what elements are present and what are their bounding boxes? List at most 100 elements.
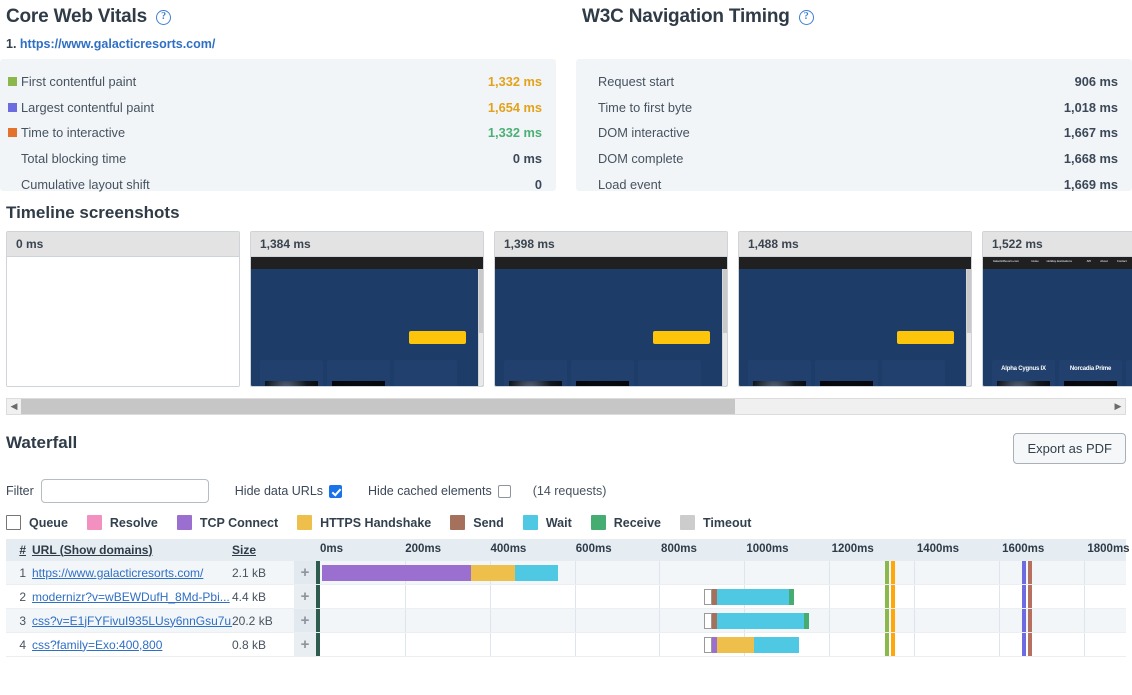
preview-destination-card — [504, 360, 567, 386]
waterfall-title: Waterfall — [6, 433, 78, 452]
legend-item: Wait — [522, 515, 572, 530]
chevron-right-icon[interactable]: ▶ — [1111, 399, 1125, 414]
table-row[interactable]: 2 modernizr?v=wBEWDufH_8Md-Pbi... 4.4 kB + — [6, 585, 1126, 609]
row-expand-button[interactable]: + — [294, 633, 316, 656]
timeline-shot[interactable]: 1,384 ms — [250, 231, 484, 387]
axis-tick-label: 400ms — [490, 543, 527, 555]
hide-data-urls-group[interactable]: Hide data URLs — [235, 484, 343, 498]
filter-input[interactable] — [40, 479, 209, 503]
preview-destination-card: Alpha Cygnus IX — [992, 360, 1055, 386]
waterfall-bar-segment[interactable] — [716, 589, 789, 605]
timeline-shot[interactable]: 1,488 ms — [738, 231, 972, 387]
metric-row: Cumulative layout shift 0 — [8, 171, 542, 197]
gridline — [998, 609, 1000, 632]
export-as-pdf-button[interactable]: Export as PDF — [1013, 433, 1126, 464]
hide-data-urls-checkbox[interactable] — [329, 484, 343, 498]
axis-tick-label: 200ms — [405, 543, 442, 555]
waterfall-bar-segment[interactable] — [716, 613, 804, 629]
show-domains-link[interactable]: Show domains — [64, 543, 149, 557]
timeline-shot-time: 1,384 ms — [251, 232, 483, 257]
hide-cached-elements-checkbox[interactable] — [497, 484, 511, 498]
waterfall-bar-segment[interactable] — [470, 565, 516, 581]
load-event-marker — [1028, 561, 1032, 584]
timeline-shot-time: 0 ms — [7, 232, 239, 257]
metric-value: 1,668 ms — [1063, 151, 1118, 167]
table-row[interactable]: 1 https://www.galacticresorts.com/2.1 kB + — [6, 561, 1126, 585]
axis-tick-label: 1000ms — [746, 543, 789, 555]
preview-nav-bar — [495, 257, 727, 269]
preview-nav-bar — [251, 257, 483, 269]
timeline-shot[interactable]: 1,522 ms GalacticResorts.com Home Holiday d… — [982, 231, 1132, 387]
row-url-link[interactable]: https://www.galacticresorts.com/ — [32, 561, 232, 584]
waterfall-bar-segment[interactable] — [703, 637, 713, 653]
gridline — [829, 609, 831, 632]
axis-tick-label: 1800ms — [1087, 543, 1130, 555]
blank-swatch — [8, 154, 21, 163]
metric-label: DOM interactive — [598, 125, 690, 141]
row-expand-button[interactable]: + — [294, 609, 316, 632]
row-url-link[interactable]: css?v=E1jFYFivuI935LUsy6nnGsu7u... — [32, 609, 232, 632]
gridline — [829, 561, 831, 584]
preview-nav-item: Home — [1031, 260, 1039, 263]
axis-tick-label: 1600ms — [1002, 543, 1045, 555]
timeline-shot[interactable]: 0 ms — [6, 231, 240, 387]
scrollbar-thumb[interactable] — [21, 399, 735, 414]
legend-label: Timeout — [703, 515, 752, 530]
preview-nav-item: API — [1086, 260, 1091, 263]
row-url-link[interactable]: modernizr?v=wBEWDufH_8Md-Pbi... — [32, 585, 232, 608]
waterfall-bar-segment[interactable] — [753, 637, 800, 653]
preview-nav-bar — [739, 257, 971, 269]
help-circle-icon[interactable]: ? — [798, 9, 814, 25]
help-circle-icon[interactable]: ? — [155, 9, 171, 25]
metric-row: Load event 1,669 ms — [584, 171, 1118, 197]
row-expand-button[interactable]: + — [294, 585, 316, 608]
waterfall-bar-segment[interactable] — [803, 613, 809, 629]
timeline-shot-time: 1,522 ms — [983, 232, 1132, 257]
hide-cached-elements-group[interactable]: Hide cached elements — [368, 484, 511, 498]
timeline-screenshots-title: Timeline screenshots — [6, 203, 180, 222]
waterfall-bar-segment[interactable] — [788, 589, 795, 605]
tested-url[interactable]: https://www.galacticresorts.com/ — [20, 37, 215, 51]
timeline-scrollbar[interactable]: ◀ ▶ — [6, 398, 1126, 415]
row-expand-button[interactable]: + — [294, 561, 316, 584]
timeline-shot-time: 1,488 ms — [739, 232, 971, 257]
waterfall-legend: Queue Resolve TCP Connect HTTPS Handshake Se… — [6, 515, 1132, 530]
metric-value: 0 ms — [512, 151, 542, 167]
legend-swatch — [522, 515, 538, 530]
waterfall-bar-segment[interactable] — [322, 565, 471, 581]
waterfall-bar-segment[interactable] — [515, 565, 558, 581]
gridline — [744, 561, 746, 584]
legend-item: Resolve — [86, 515, 158, 530]
scrollbar-track[interactable] — [21, 399, 1111, 414]
row-url-link[interactable]: css?family=Exo:400,800 — [32, 633, 232, 656]
preview-destination-card — [327, 360, 390, 386]
preview-destination-card — [882, 360, 945, 386]
metric-row: Request start 906 ms — [584, 69, 1118, 95]
preview-card-image — [265, 381, 318, 386]
legend-label: Queue — [29, 515, 68, 530]
timeline-shot-preview — [495, 257, 727, 386]
preview-card-image — [820, 381, 873, 386]
waterfall-table: # URL (Show domains) Size 0ms 200ms 400ms 6… — [6, 539, 1130, 657]
filter-label: Filter — [6, 484, 34, 498]
preview-destination-card — [571, 360, 634, 386]
metric-row: DOM interactive 1,667 ms — [584, 120, 1118, 146]
waterfall-rows: 1 https://www.galacticresorts.com/2.1 kB +… — [6, 561, 1126, 657]
row-number: 4 — [19, 637, 26, 652]
waterfall-bar-segment[interactable] — [703, 613, 713, 629]
timeline-shot-preview — [251, 257, 483, 386]
table-row[interactable]: 3 css?v=E1jFYFivuI935LUsy6nnGsu7u... 20.2 … — [6, 609, 1126, 633]
page-render-preview — [739, 257, 971, 386]
chevron-left-icon[interactable]: ◀ — [7, 399, 21, 414]
gridline — [913, 561, 915, 584]
timeline-shot[interactable]: 1,398 ms — [494, 231, 728, 387]
legend-swatch — [590, 515, 606, 530]
legend-label: Receive — [613, 515, 661, 530]
waterfall-bar-segment[interactable] — [717, 637, 754, 653]
waterfall-bar-segment[interactable] — [703, 589, 713, 605]
legend-label: TCP Connect — [199, 515, 279, 530]
table-row[interactable]: 4 css?family=Exo:400,800 0.8 kB + — [6, 633, 1126, 657]
first-contentful-paint-marker — [885, 561, 890, 584]
tested-url-line: 1. https://www.galacticresorts.com/ — [6, 37, 556, 51]
metric-row: Largest contentful paint 1,654 ms — [8, 95, 542, 121]
